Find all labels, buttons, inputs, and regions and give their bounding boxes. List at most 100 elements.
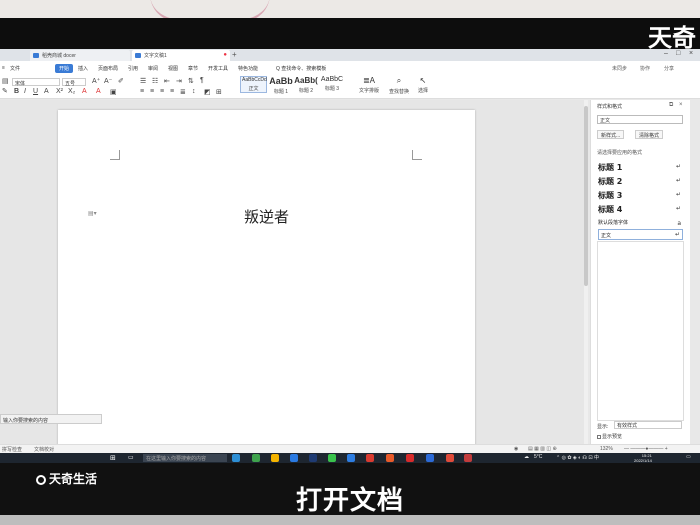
wechat-icon[interactable]	[328, 454, 336, 462]
justify-icon[interactable]: ≡	[170, 88, 174, 95]
add-tab-icon[interactable]: +	[232, 50, 237, 59]
shrink-font-icon[interactable]: A⁻	[104, 77, 112, 85]
document-page[interactable]: ▤▾ 叛逆者	[58, 110, 475, 450]
distributed-icon[interactable]: ≣	[180, 88, 186, 96]
share-button[interactable]: 分享	[664, 65, 674, 72]
document-title[interactable]: 叛逆者	[58, 206, 475, 227]
new-style-button[interactable]: 新样式...	[597, 130, 625, 139]
bold-icon[interactable]: B	[14, 88, 19, 95]
clear-format-button[interactable]: 清除格式	[635, 130, 664, 139]
menu-home[interactable]: 开始	[55, 64, 74, 73]
spell-check-status[interactable]: 拼写检查	[2, 446, 22, 453]
font-name-select[interactable]: 宋体	[12, 78, 60, 87]
format-painter-icon[interactable]: ✎	[2, 87, 8, 95]
hamburger-icon[interactable]: ≡	[2, 65, 5, 71]
app-icon[interactable]	[386, 454, 394, 462]
wps-icon[interactable]	[366, 454, 374, 462]
style-list-item[interactable]: 标题 2 ↵	[598, 176, 683, 188]
app-icon[interactable]	[347, 454, 355, 462]
tray-icons[interactable]: ⌃ ◎ ✿ ◈ ◐ ☊ ⊡ 中	[556, 454, 599, 461]
paste-icon[interactable]: ▤	[2, 77, 9, 85]
panel-restore-icon[interactable]: ⧉	[669, 102, 673, 109]
weather-icon[interactable]: ☁	[524, 454, 529, 460]
shading-icon[interactable]: ◩	[204, 88, 211, 96]
style-list-item[interactable]: 标题 3 ↵	[598, 190, 683, 202]
text-layout-button[interactable]: ≣A 文字排版	[356, 76, 382, 94]
close-icon[interactable]: ●	[223, 52, 227, 58]
app-icon[interactable]	[426, 454, 434, 462]
grow-font-icon[interactable]: A⁺	[92, 77, 100, 85]
menu-insert[interactable]: 插入	[78, 65, 88, 72]
show-marks-icon[interactable]: ¶	[200, 77, 204, 84]
notification-icon[interactable]: ▭	[686, 454, 691, 460]
menu-special[interactable]: 特色功能	[238, 65, 258, 72]
sync-status[interactable]: 未同步	[612, 65, 627, 72]
underline-icon[interactable]: U	[33, 88, 38, 95]
maximize-icon[interactable]: □	[676, 50, 680, 57]
subscript-icon[interactable]: X₂	[68, 88, 75, 95]
style-normal[interactable]: AaBbCcDd 正文	[240, 76, 267, 93]
indent-icon[interactable]: ⇥	[176, 77, 182, 85]
highlight-icon[interactable]: A	[82, 88, 87, 95]
align-left-icon[interactable]: ≡	[140, 88, 144, 95]
weather-temp[interactable]: 5°C	[534, 454, 542, 460]
text-effect-icon[interactable]: A	[44, 88, 49, 95]
bullets-icon[interactable]: ☰	[140, 77, 146, 85]
style-heading-3[interactable]: AaBbC 标题 3	[319, 76, 345, 92]
tab-docer[interactable]: 稻壳商城 docer	[30, 50, 130, 61]
collaborate-button[interactable]: 协作	[640, 65, 650, 72]
style-heading-2[interactable]: AaBb( 标题 2	[294, 76, 318, 94]
menu-file[interactable]: 文件	[10, 65, 20, 72]
app-icon[interactable]	[406, 454, 414, 462]
menu-view[interactable]: 视图	[168, 65, 178, 72]
show-filter-select[interactable]: 有效样式	[614, 421, 682, 429]
proofread-status[interactable]: 文档校对	[34, 446, 54, 453]
find-replace-button[interactable]: ⌕ 查找替换	[386, 76, 412, 95]
borders-icon[interactable]: ⊞	[216, 88, 222, 96]
zoom-slider[interactable]: — ———●——— +	[624, 446, 668, 452]
minimize-icon[interactable]: –	[664, 50, 668, 57]
photoshop-icon[interactable]	[309, 454, 317, 462]
edge-icon[interactable]	[232, 454, 240, 462]
menu-references[interactable]: 引用	[128, 65, 138, 72]
vertical-scrollbar[interactable]	[584, 100, 588, 444]
command-search[interactable]: Q 查找命令、搜索模板	[276, 65, 326, 72]
style-list-item-selected[interactable]: 正文 ↵	[598, 229, 683, 240]
task-view-icon[interactable]: ▭	[128, 454, 136, 462]
style-list-item[interactable]: 标题 4 ↵	[598, 204, 683, 216]
sort-icon[interactable]: ⇅	[188, 77, 194, 85]
app-icon[interactable]	[464, 454, 472, 462]
outdent-icon[interactable]: ⇤	[164, 77, 170, 85]
align-center-icon[interactable]: ≡	[150, 88, 154, 95]
font-size-select[interactable]: 五号	[62, 78, 86, 87]
zoom-level[interactable]: 132%	[600, 446, 613, 452]
style-heading-1[interactable]: AaBb 标题 1	[268, 76, 294, 95]
style-list-item[interactable]: 标题 1 ↵	[598, 162, 683, 174]
view-modes-icon[interactable]: ▤ ▦ ▥ ◫ ⊕	[528, 446, 557, 452]
clear-format-icon[interactable]: ✐	[118, 77, 124, 85]
font-color-icon[interactable]: A	[96, 88, 101, 95]
numbering-icon[interactable]: ☷	[152, 77, 158, 85]
app-icon[interactable]	[252, 454, 260, 462]
eye-icon[interactable]: ◉	[514, 446, 518, 452]
current-style-field[interactable]: 正文	[597, 115, 683, 124]
char-border-icon[interactable]: ▣	[110, 88, 117, 96]
app-icon[interactable]	[446, 454, 454, 462]
menu-chapter[interactable]: 章节	[188, 65, 198, 72]
select-button[interactable]: ↖ 选择	[414, 76, 432, 94]
taskbar-search[interactable]: 在这里输入你要搜索的内容	[143, 454, 227, 462]
align-right-icon[interactable]: ≡	[160, 88, 164, 95]
panel-close-icon[interactable]: ×	[679, 102, 683, 108]
close-window-icon[interactable]: ×	[689, 50, 693, 57]
menu-developer[interactable]: 开发工具	[208, 65, 228, 72]
menu-layout[interactable]: 页面布局	[98, 65, 118, 72]
tab-document[interactable]: 文字文稿1 ●	[132, 50, 230, 61]
scrollbar-thumb[interactable]	[584, 106, 588, 286]
app-icon[interactable]	[290, 454, 298, 462]
preview-toggle[interactable]: 显示预览	[597, 433, 622, 440]
clock[interactable]: 15:21 2022/1/14	[634, 453, 652, 463]
windows-start-icon[interactable]: ⊞	[110, 454, 118, 462]
line-spacing-icon[interactable]: ↕	[192, 88, 196, 95]
italic-icon[interactable]: I	[24, 88, 26, 95]
superscript-icon[interactable]: X²	[56, 88, 63, 95]
